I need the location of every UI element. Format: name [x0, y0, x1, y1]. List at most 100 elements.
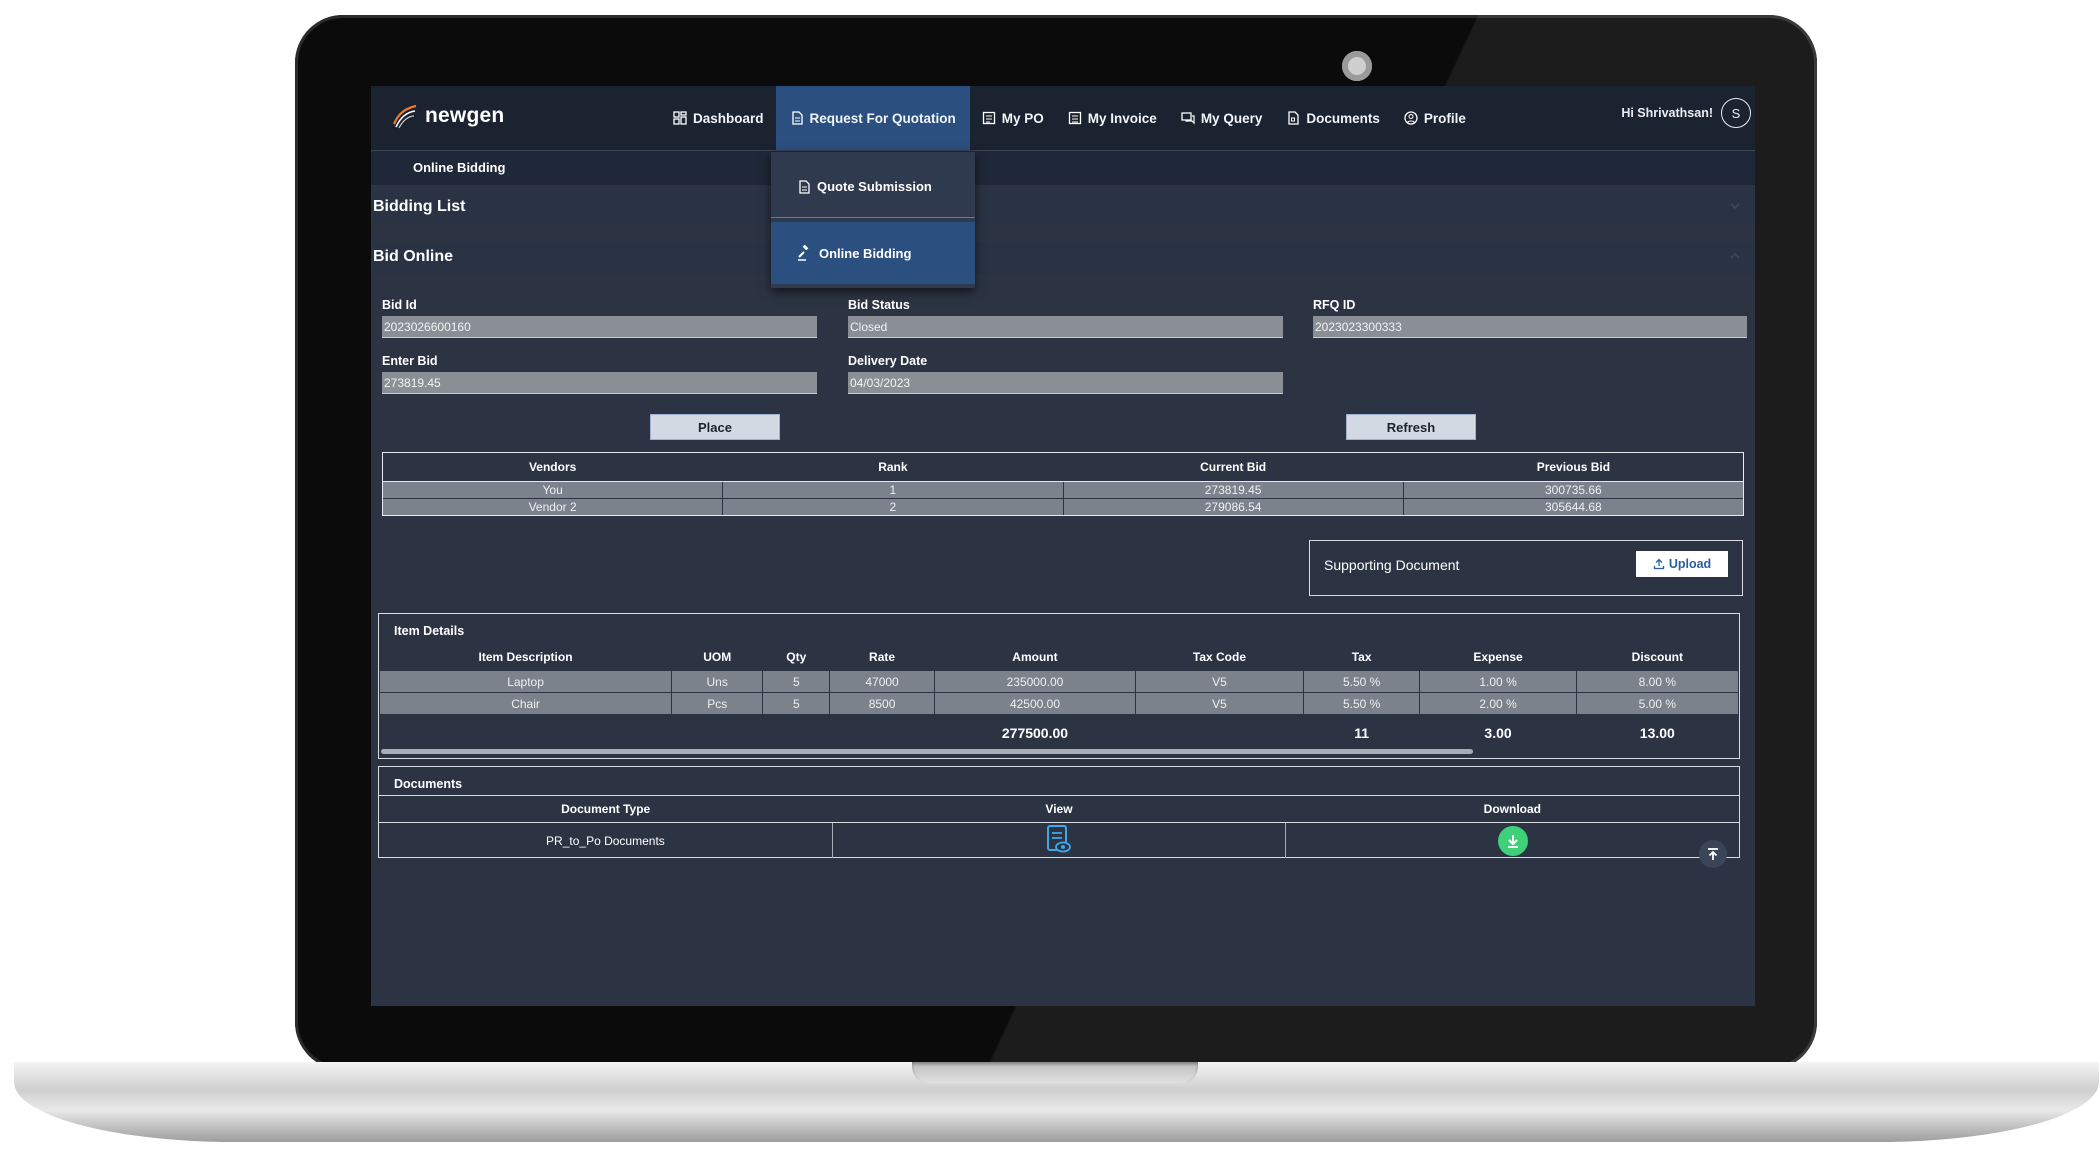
- enter-bid-field[interactable]: 273819.45: [382, 372, 817, 394]
- document-icon: [799, 179, 810, 194]
- bid-id-field[interactable]: 2023026600160: [382, 316, 817, 338]
- menu-item-quote-submission[interactable]: Quote Submission: [771, 156, 975, 218]
- table-cell: Chair: [378, 692, 673, 715]
- upload-icon: [1653, 558, 1664, 570]
- table-cell: 305644.68: [1402, 498, 1745, 516]
- app-screen: newgen Dashboard Request For Quotation M…: [371, 86, 1755, 1006]
- list-document-icon: [982, 111, 995, 125]
- total-cell: [671, 714, 763, 751]
- table-cell: 2: [722, 498, 1064, 516]
- table-cell: 5.50 %: [1302, 670, 1421, 693]
- nav-request-for-quotation[interactable]: Request For Quotation: [775, 86, 970, 150]
- column-header: Discount: [1631, 650, 1683, 664]
- table-cell: Vendor 2: [381, 498, 724, 516]
- delivery-date-field[interactable]: 04/03/2023: [848, 372, 1283, 394]
- table-cell: 1.00 %: [1419, 670, 1577, 693]
- rfq-dropdown-menu: Quote Submission Online Bidding: [771, 152, 975, 288]
- item-details-table: Item Description UOM Qty Rate Amount Tax…: [378, 644, 1740, 751]
- column-header: Expense: [1473, 650, 1523, 664]
- main-nav: Dashboard Request For Quotation My PO My…: [661, 86, 1478, 150]
- webcam: [1342, 51, 1372, 81]
- rfq-id-field[interactable]: 2023023300333: [1313, 316, 1747, 338]
- menu-item-label: Online Bidding: [819, 245, 912, 261]
- nav-documents[interactable]: Documents: [1274, 86, 1392, 150]
- chevron-up-icon: [1730, 252, 1740, 259]
- column-header: Vendors: [382, 452, 723, 482]
- documents-title: Documents: [394, 777, 463, 791]
- dashboard-grid-icon: [673, 111, 687, 125]
- menu-item-online-bidding[interactable]: Online Bidding: [771, 222, 975, 284]
- column-header: Rate: [869, 650, 896, 664]
- avatar[interactable]: S: [1721, 98, 1751, 128]
- view-document-icon[interactable]: [1046, 824, 1072, 854]
- user-greeting: Hi Shrivathsan!: [1621, 106, 1713, 120]
- table-cell: 8.00 %: [1575, 670, 1740, 693]
- download-icon[interactable]: [1497, 825, 1528, 856]
- table-cell: 5.50 %: [1302, 692, 1421, 715]
- nav-my-po[interactable]: My PO: [970, 86, 1056, 150]
- column-header: Item Description: [478, 650, 573, 664]
- table-cell: You: [381, 481, 724, 499]
- total-cell: [762, 714, 830, 751]
- table-row: Vendor 2 2 279086.54 305644.68: [381, 498, 1745, 516]
- table-cell: 42500.00: [933, 692, 1137, 715]
- column-header: Tax Code: [1192, 650, 1247, 664]
- table-cell: Pcs: [671, 692, 764, 715]
- table-cell: 235000.00: [933, 670, 1137, 693]
- nav-label: My Invoice: [1087, 110, 1157, 126]
- supporting-document-label: Supporting Document: [1324, 557, 1460, 573]
- total-cell: [1135, 714, 1304, 751]
- menu-item-label: Quote Submission: [817, 179, 932, 194]
- table-row: Laptop Uns 5 47000 235000.00 V5 5.50 % 1…: [378, 670, 1740, 693]
- total-discount: 13.00: [1576, 714, 1739, 751]
- table-cell: 1: [722, 481, 1064, 499]
- nav-label: Documents: [1306, 110, 1380, 126]
- table-cell: 279086.54: [1062, 498, 1404, 516]
- table-cell: 8500: [829, 692, 935, 715]
- table-cell: 5.00 %: [1575, 692, 1740, 715]
- totals-row: 277500.00 11 3.00 13.00: [379, 714, 1739, 751]
- nav-label: My PO: [1001, 110, 1044, 126]
- bid-status-field[interactable]: Closed: [848, 316, 1283, 338]
- refresh-button[interactable]: Refresh: [1346, 414, 1476, 440]
- brand-logo[interactable]: newgen: [391, 98, 504, 134]
- table-cell: 5: [762, 670, 831, 693]
- table-row: PR_to_Po Documents: [379, 822, 1739, 858]
- section-bid-online[interactable]: Bid Online: [371, 242, 1755, 274]
- total-amount: 277500.00: [934, 714, 1136, 751]
- section-title: Bidding List: [373, 198, 466, 215]
- delivery-date-label: Delivery Date: [848, 354, 928, 368]
- table-cell: 273819.45: [1062, 481, 1404, 499]
- documents-panel: Documents Document Type View Download PR…: [378, 766, 1740, 858]
- invoice-icon: [1068, 111, 1081, 125]
- section-bidding-list[interactable]: Bidding List: [371, 192, 1755, 224]
- nav-dashboard[interactable]: Dashboard: [661, 86, 776, 150]
- scroll-to-top-button[interactable]: [1699, 840, 1727, 868]
- total-cell: [829, 714, 935, 751]
- download-cell: [1285, 822, 1739, 858]
- brand-name: newgen: [425, 104, 505, 127]
- place-button[interactable]: Place: [650, 414, 780, 440]
- chevron-down-icon: [1730, 203, 1740, 210]
- file-icon: [1288, 111, 1299, 125]
- document-type-cell: PR_to_Po Documents: [546, 833, 665, 848]
- table-cell: Laptop: [378, 670, 673, 693]
- item-details-panel: Item Details Item Description UOM Qty Ra…: [378, 613, 1740, 759]
- horizontal-scrollbar[interactable]: [381, 749, 1473, 754]
- column-header: Rank: [722, 452, 1063, 482]
- bid-id-label: Bid Id: [382, 298, 417, 312]
- nav-my-invoice[interactable]: My Invoice: [1056, 86, 1169, 150]
- upload-button[interactable]: Upload: [1636, 551, 1728, 577]
- table-cell: 300735.66: [1402, 481, 1745, 499]
- total-expense: 3.00: [1419, 714, 1577, 751]
- table-row: You 1 273819.45 300735.66: [381, 481, 1745, 499]
- rfq-id-label: RFQ ID: [1313, 298, 1356, 312]
- column-header: Qty: [786, 650, 807, 664]
- breadcrumb-current[interactable]: Online Bidding: [413, 160, 505, 175]
- column-header: UOM: [703, 650, 732, 664]
- nav-my-query[interactable]: My Query: [1169, 86, 1275, 150]
- table-cell: 5: [762, 692, 831, 715]
- bid-status-label: Bid Status: [848, 298, 910, 312]
- nav-profile[interactable]: Profile: [1392, 86, 1478, 150]
- top-navbar: newgen Dashboard Request For Quotation M…: [371, 86, 1755, 151]
